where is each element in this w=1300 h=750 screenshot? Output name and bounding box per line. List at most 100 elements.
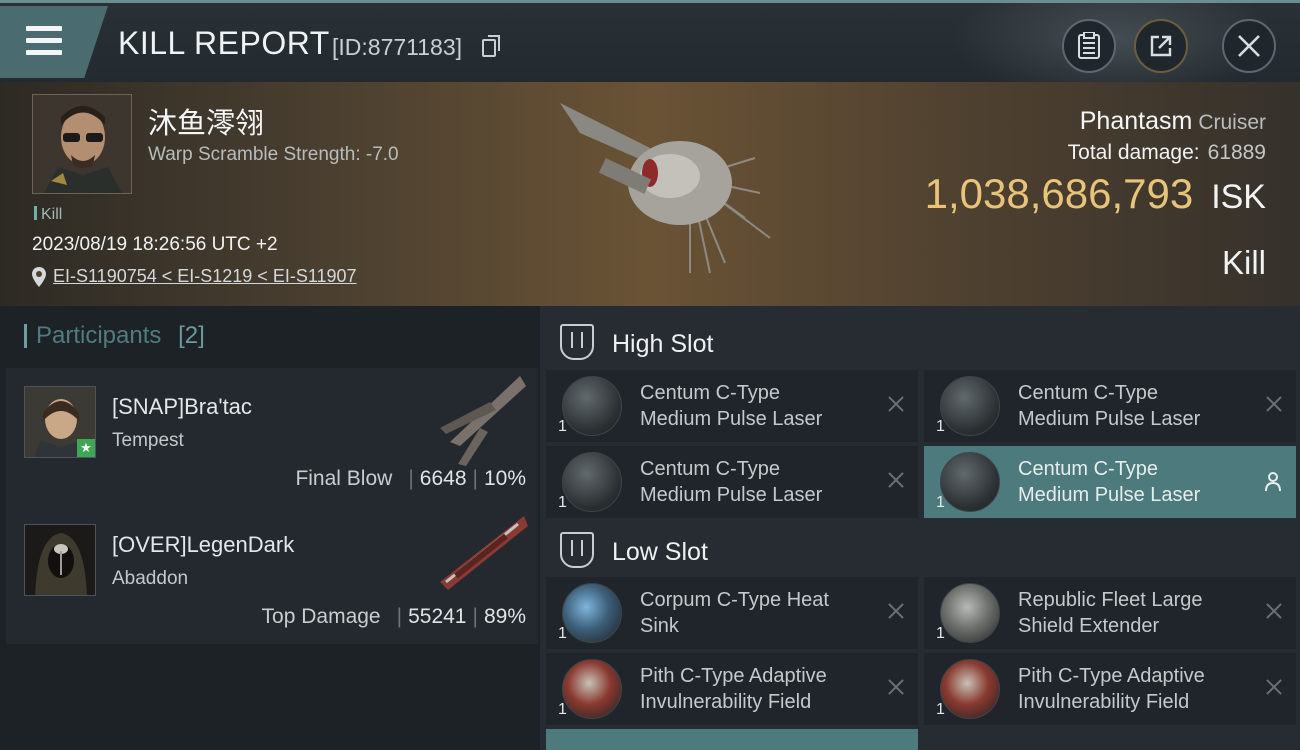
share-button[interactable] xyxy=(1134,19,1188,73)
module-slot[interactable]: 1 Centum C-Type Medium Pulse Laser xyxy=(924,370,1296,442)
module-name-line1: Pith C-Type Adaptive xyxy=(1018,665,1205,687)
invulnerability-field-icon xyxy=(562,659,622,719)
module-name-line2: Medium Pulse Laser xyxy=(1018,484,1201,506)
module-qty: 1 xyxy=(558,494,567,511)
participant-ship: Abaddon xyxy=(112,568,189,589)
participant-row[interactable]: [OVER]LegenDark Abaddon Top Damage | 55241… xyxy=(6,506,538,644)
isk-amount: 1,038,686,793 xyxy=(924,170,1194,217)
clipboard-button[interactable] xyxy=(1062,19,1116,73)
heat-sink-icon xyxy=(562,583,622,643)
destroyed-x-icon xyxy=(886,394,906,414)
module-name: Centum C-Type Medium Pulse Laser xyxy=(640,456,870,508)
participant-ship-image xyxy=(440,376,526,466)
victim-ship-image xyxy=(560,103,771,274)
module-qty: 1 xyxy=(558,701,567,718)
high-slot-label: High Slot xyxy=(612,330,714,358)
kill-tag: Kill xyxy=(34,206,62,224)
menu-icon-bar xyxy=(26,38,62,43)
module-name: Centum C-Type Medium Pulse Laser xyxy=(1018,456,1248,508)
destroyed-x-icon xyxy=(886,601,906,621)
module-name-line2: Invulnerability Field xyxy=(1018,691,1190,713)
ship-name: Phantasm xyxy=(1079,107,1193,135)
close-button[interactable] xyxy=(1222,19,1276,73)
participant-ship-image xyxy=(440,516,528,590)
participant-ship: Tempest xyxy=(112,430,184,451)
high-slot-icon xyxy=(560,324,594,360)
destroyed-x-icon xyxy=(886,470,906,490)
module-name-line2: Medium Pulse Laser xyxy=(640,408,823,430)
module-slot[interactable]: 1 Pith C-Type Adaptive Invulnerability Fi… xyxy=(924,653,1296,725)
participant-name[interactable]: [OVER]LegenDark xyxy=(112,532,294,558)
module-name-line1: Centum C-Type xyxy=(640,458,781,480)
stat-damage: 6648 xyxy=(419,467,467,490)
victim-portrait xyxy=(33,95,131,193)
header-bar: KILL REPORT [ID:8771183] xyxy=(0,0,1300,103)
pulse-laser-icon xyxy=(562,376,622,436)
destroyed-x-icon xyxy=(886,677,906,697)
participant-avatar: ★ xyxy=(24,386,96,458)
location-pin-icon xyxy=(32,267,46,287)
clipboard-icon xyxy=(1078,32,1100,59)
stat-damage: 55241 xyxy=(408,605,467,628)
total-damage: Total damage: 61889 xyxy=(1068,141,1266,165)
pulse-laser-icon xyxy=(940,452,1000,512)
destroyed-x-icon xyxy=(1264,394,1284,414)
total-damage-label: Total damage: xyxy=(1067,141,1200,164)
participant-name[interactable]: [SNAP]Bra'tac xyxy=(112,394,252,420)
victim-ship: Phantasm Cruiser xyxy=(1080,107,1266,136)
participant-stats: Top Damage | 55241 | 89% xyxy=(261,605,526,628)
module-name-line2: Sink xyxy=(640,615,679,637)
star-badge-icon: ★ xyxy=(77,439,95,457)
participant-avatar xyxy=(24,524,96,596)
stat-label: Top Damage xyxy=(261,605,381,628)
low-slot-icon xyxy=(560,532,594,568)
isk-unit: ISK xyxy=(1211,178,1266,216)
participant-row[interactable]: ★ [SNAP]Bra'tac Tempest Final Blow | 6648 |… xyxy=(6,368,538,506)
participant-stats: Final Blow | 6648 | 10% xyxy=(295,467,526,490)
destroyed-x-icon xyxy=(1264,677,1284,697)
module-slot[interactable]: 1 Centum C-Type Medium Pulse Laser xyxy=(546,370,918,442)
isk-value: 1,038,686,793 ISK xyxy=(925,170,1266,218)
warp-scramble: Warp Scramble Strength: -7.0 xyxy=(148,144,399,165)
module-name-line1: Pith C-Type Adaptive xyxy=(640,665,827,687)
kill-datetime: 2023/08/19 18:26:56 UTC +2 xyxy=(32,234,278,255)
victim-name: 沐鱼澪翎 xyxy=(148,106,265,140)
module-name: Pith C-Type Adaptive Invulnerability Fiel… xyxy=(640,663,870,715)
high-slot-header: High Slot xyxy=(546,312,1296,372)
module-slot[interactable]: 1 Republic Fleet Large Shield Extender xyxy=(924,577,1296,649)
module-name-line1: Republic Fleet Large xyxy=(1018,589,1203,611)
module-name-line2: Shield Extender xyxy=(1018,615,1160,637)
module-name-line2: Medium Pulse Laser xyxy=(1018,408,1201,430)
module-qty: 1 xyxy=(936,494,945,511)
menu-button[interactable] xyxy=(0,6,108,78)
location-link[interactable]: EI-S1190754 < EI-S1219 < EI-S11907 xyxy=(53,266,357,287)
module-name: Corpum C-Type Heat Sink xyxy=(640,587,870,639)
close-icon xyxy=(1238,35,1260,57)
module-name: Centum C-Type Medium Pulse Laser xyxy=(1018,380,1248,432)
module-qty: 1 xyxy=(558,418,567,435)
module-slot[interactable]: 1 Corpum C-Type Heat Sink xyxy=(546,577,918,649)
module-slot[interactable]: 1 Centum C-Type Medium Pulse Laser xyxy=(546,446,918,518)
module-slot-partial[interactable] xyxy=(546,729,918,750)
copy-icon[interactable] xyxy=(482,35,500,57)
module-name-line1: Centum C-Type xyxy=(1018,458,1159,480)
module-slot[interactable]: 1 Pith C-Type Adaptive Invulnerability Fi… xyxy=(546,653,918,725)
module-name-line2: Medium Pulse Laser xyxy=(640,484,823,506)
total-damage-value: 61889 xyxy=(1207,141,1266,164)
module-slot[interactable]: 1 Centum C-Type Medium Pulse Laser xyxy=(924,446,1296,518)
pulse-laser-icon xyxy=(562,452,622,512)
kill-tag-label: Kill xyxy=(41,206,63,223)
share-icon xyxy=(1150,35,1172,57)
invulnerability-field-icon xyxy=(940,659,1000,719)
stat-percent: 10% xyxy=(483,467,526,490)
module-name-line1: Centum C-Type xyxy=(640,382,781,404)
stat-label: Final Blow xyxy=(295,467,393,490)
module-name: Republic Fleet Large Shield Extender xyxy=(1018,587,1248,639)
module-qty: 1 xyxy=(558,625,567,642)
module-qty: 1 xyxy=(936,625,945,642)
shield-extender-icon xyxy=(940,583,1000,643)
participants-count: [2] xyxy=(178,322,205,349)
person-icon xyxy=(1265,472,1281,492)
low-slot-header: Low Slot xyxy=(546,520,1296,580)
destroyed-x-icon xyxy=(1264,601,1284,621)
